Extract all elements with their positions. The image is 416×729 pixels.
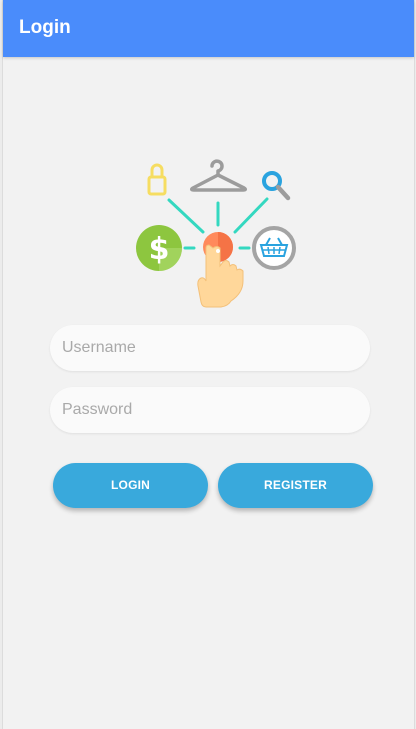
register-button[interactable]: REGISTER [218,463,373,508]
hanger-icon [189,159,248,192]
dollar-coin-icon: $ [136,225,182,271]
login-button[interactable]: LOGIN [53,463,208,508]
login-screen: Login $ Username LOGIN REGISTER [2,0,415,729]
hero-illustration: $ [136,159,296,308]
app-bar: Login [3,0,414,57]
password-input[interactable] [50,387,370,433]
page-title: Login [19,17,71,38]
svg-text:$: $ [149,232,170,267]
touch-hand-icon [197,244,244,308]
lock-icon [147,163,167,196]
shopping-basket-icon [252,226,296,270]
search-icon [262,171,291,201]
username-input[interactable] [50,325,370,371]
